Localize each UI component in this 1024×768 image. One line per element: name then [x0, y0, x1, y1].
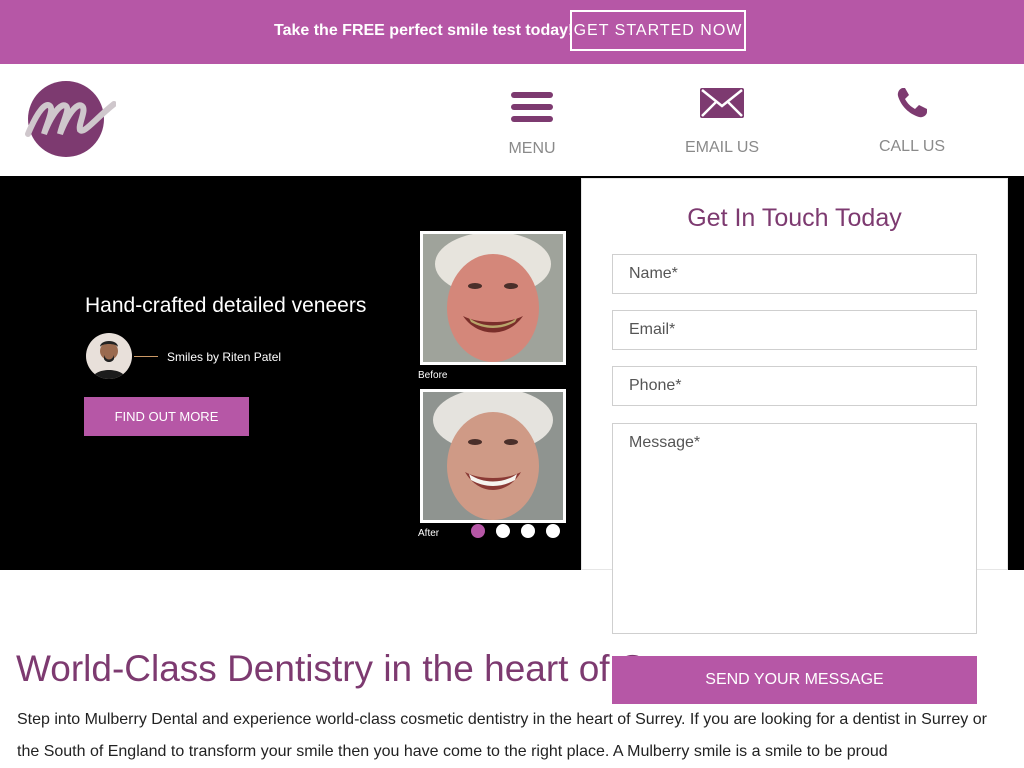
logo-mark [25, 101, 116, 137]
before-caption: Before [418, 370, 448, 381]
after-photo [420, 389, 566, 523]
slider-dot-1[interactable] [471, 524, 485, 538]
before-smile-image [423, 234, 563, 362]
phone-icon [897, 88, 927, 118]
contact-form-title: Get In Touch Today [687, 204, 902, 232]
hero-byline: Smiles by Riten Patel [167, 350, 282, 364]
email-us-label: EMAIL US [684, 139, 760, 156]
hamburger-menu-icon [511, 92, 553, 122]
message-field[interactable] [612, 423, 977, 634]
phone-field[interactable] [612, 366, 977, 406]
avatar [86, 333, 132, 379]
menu-button[interactable]: MENU [496, 88, 568, 158]
menu-label: MENU [508, 140, 556, 157]
byline-divider [134, 356, 158, 357]
promo-bar: Take the FREE perfect smile test today! … [0, 0, 1024, 64]
email-us-button[interactable]: EMAIL US [676, 87, 768, 157]
after-caption: After [418, 528, 440, 539]
slider-dot-4[interactable] [546, 524, 560, 538]
slider-dot-2[interactable] [496, 524, 510, 538]
envelope-icon [700, 88, 744, 118]
send-message-button[interactable]: SEND YOUR MESSAGE [612, 656, 977, 704]
after-smile-image [423, 392, 563, 520]
get-started-button[interactable]: GET STARTED NOW [570, 10, 746, 51]
promo-text: Take the FREE perfect smile test today! [274, 22, 574, 39]
before-photo [420, 231, 566, 365]
dentist-portrait [92, 341, 126, 379]
find-out-more-button[interactable]: FIND OUT MORE [84, 397, 249, 436]
call-us-button[interactable]: CALL US [870, 86, 954, 156]
intro-paragraph: Step into Mulberry Dental and experience… [17, 711, 987, 760]
slider-dot-3[interactable] [521, 524, 535, 538]
call-us-label: CALL US [878, 138, 946, 155]
hero-title: Hand-crafted detailed veneers [85, 294, 367, 317]
name-field[interactable] [612, 254, 977, 294]
email-field[interactable] [612, 310, 977, 350]
